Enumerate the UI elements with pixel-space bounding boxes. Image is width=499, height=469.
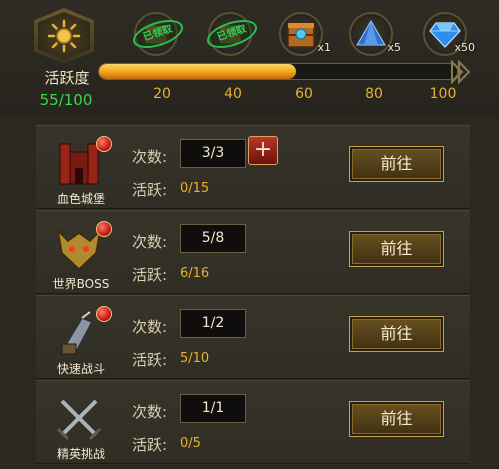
go-button[interactable]: 前往	[349, 401, 444, 437]
task-name: 世界BOSS	[52, 277, 110, 291]
sun-icon	[47, 19, 81, 53]
count-value: 3/3	[180, 139, 246, 168]
crossed-swords-icon	[56, 399, 102, 441]
task-name: 精英挑战	[56, 447, 105, 461]
reward-count: x50	[454, 41, 475, 54]
progress-end-arrow-icon	[451, 60, 471, 84]
go-button[interactable]: 前往	[349, 231, 444, 267]
active-value: 5/10	[180, 351, 210, 366]
milestone-label: 100	[429, 86, 457, 102]
go-button[interactable]: 前往	[349, 316, 444, 352]
activity-panel: 活跃度 55/100 已领取 已领取 x1 x5 x50 20 40 60 80…	[0, 0, 499, 469]
active-label: 活跃:	[132, 436, 168, 454]
milestone-label: 40	[224, 86, 242, 102]
wooden-chest-icon	[287, 22, 315, 48]
notification-dot	[96, 221, 112, 237]
task-row-blood-castle: 血色城堡 次数: 3/3 + 活跃: 0/15 前往	[36, 125, 470, 209]
activity-badge	[34, 8, 94, 64]
count-value: 1/2	[180, 309, 246, 338]
task-name: 血色城堡	[56, 192, 105, 206]
task-name: 快速战斗	[56, 362, 105, 376]
reward-count: x5	[387, 41, 401, 54]
activity-score: 55/100	[39, 91, 93, 109]
reward-count: x1	[317, 41, 331, 54]
activity-title: 活跃度	[44, 69, 90, 87]
milestone-label: 80	[365, 86, 383, 102]
task-list: 血色城堡 次数: 3/3 + 活跃: 0/15 前往 世界BOSS 次数: 5/…	[36, 117, 470, 469]
active-label: 活跃:	[132, 181, 168, 199]
activity-progress-bar	[94, 60, 472, 84]
task-row-elite-challenge: 精英挑战 次数: 1/1 活跃: 0/5 前往	[36, 380, 470, 464]
reward-wooden-chest[interactable]: x1	[279, 12, 331, 56]
reward-blue-crystal[interactable]: x5	[349, 12, 401, 56]
count-value: 5/8	[180, 224, 246, 253]
go-button[interactable]: 前往	[349, 146, 444, 182]
milestone-label: 20	[153, 86, 171, 102]
task-row-quick-battle: 快速战斗 次数: 1/2 活跃: 5/10 前往	[36, 295, 470, 379]
claimed-stamp: 已领取	[129, 14, 187, 54]
active-value: 6/16	[180, 266, 210, 281]
count-value: 1/1	[180, 394, 246, 423]
blue-crystal-icon	[356, 20, 386, 46]
active-label: 活跃:	[132, 351, 168, 369]
progress-fill	[99, 64, 296, 79]
notification-dot	[96, 136, 112, 152]
reward-chest-2[interactable]: 已领取	[203, 12, 261, 56]
active-value: 0/15	[180, 181, 210, 196]
count-label: 次数:	[132, 318, 168, 336]
notification-dot	[96, 306, 112, 322]
active-label: 活跃:	[132, 266, 168, 284]
count-label: 次数:	[132, 148, 168, 166]
count-label: 次数:	[132, 233, 168, 251]
task-row-world-boss: 世界BOSS 次数: 5/8 活跃: 6/16 前往	[36, 210, 470, 294]
reward-diamond[interactable]: x50	[423, 12, 475, 56]
active-value: 0/5	[180, 436, 201, 451]
add-count-button[interactable]: +	[248, 136, 278, 165]
milestone-label: 60	[295, 86, 313, 102]
activity-header: 活跃度 55/100 已领取 已领取 x1 x5 x50 20 40 60 80…	[0, 0, 499, 117]
count-label: 次数:	[132, 403, 168, 421]
claimed-stamp: 已领取	[203, 14, 261, 54]
reward-chest-1[interactable]: 已领取	[129, 12, 187, 56]
